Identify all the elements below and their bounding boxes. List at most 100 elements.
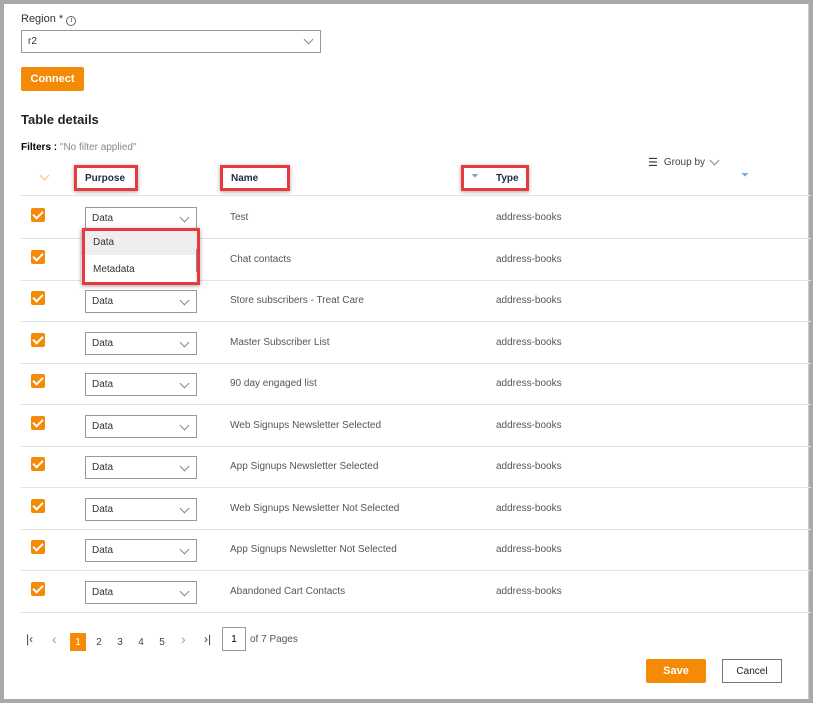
type-filter-icon[interactable]: ⏷: [471, 171, 479, 182]
column-type[interactable]: Type: [496, 173, 519, 184]
purpose-select[interactable]: Data: [85, 539, 197, 562]
purpose-select[interactable]: Data: [85, 580, 197, 604]
purpose-value: Data: [92, 586, 114, 598]
chevron-down-icon: [179, 461, 190, 472]
page-2[interactable]: 2: [91, 633, 107, 651]
row-checkbox[interactable]: [31, 457, 45, 471]
purpose-value: Data: [92, 462, 114, 473]
row-checkbox[interactable]: [31, 498, 45, 513]
purpose-value: Data: [92, 420, 114, 432]
table-row: Data 90 day engaged list address-books: [21, 364, 811, 405]
filters: Filters : "No filter applied": [21, 142, 137, 153]
filters-value: "No filter applied": [59, 142, 137, 153]
purpose-value: Data: [92, 213, 114, 224]
page-count: of 7 Pages: [250, 634, 298, 645]
filter-icon[interactable]: ⏷: [741, 170, 749, 181]
info-icon[interactable]: i: [66, 16, 77, 26]
row-name: Chat contacts: [230, 253, 292, 265]
purpose-value: Data: [92, 503, 114, 515]
first-page-icon[interactable]: |‹: [26, 632, 33, 646]
row-name: Abandoned Cart Contacts: [230, 585, 346, 597]
row-checkbox[interactable]: [31, 374, 45, 388]
table-row: Data Store subscribers - Treat Care addr…: [21, 281, 811, 322]
chevron-down-icon: [179, 295, 190, 306]
dialog-window: Region * i r2 Connect Table details Filt…: [4, 4, 811, 699]
last-page-icon[interactable]: ›|: [204, 632, 211, 646]
page-3[interactable]: 3: [112, 633, 128, 651]
row-type: address-books: [496, 378, 562, 389]
row-type: address-books: [496, 585, 562, 597]
purpose-select[interactable]: Data: [85, 331, 197, 355]
page-input[interactable]: 1: [222, 627, 246, 651]
row-type: address-books: [496, 336, 562, 348]
page-1[interactable]: 1: [70, 633, 86, 651]
purpose-select[interactable]: Data: [85, 414, 197, 438]
purpose-value: Data: [92, 337, 114, 349]
save-button[interactable]: Save: [646, 659, 706, 683]
table-row: Data Web Signups Newsletter Selected add…: [21, 406, 811, 447]
purpose-value: Data: [92, 296, 114, 307]
region-select[interactable]: r2: [21, 30, 321, 53]
row-name: Master Subscriber List: [230, 336, 330, 348]
region-label-text: Region *: [21, 13, 64, 25]
row-name: App Signups Newsletter Selected: [230, 461, 379, 472]
row-type: address-books: [496, 212, 562, 223]
row-name: Web Signups Newsletter Not Selected: [230, 502, 400, 514]
prev-page-icon[interactable]: ‹: [52, 631, 57, 647]
purpose-value: Data: [92, 379, 114, 390]
connect-button[interactable]: Connect: [21, 67, 84, 91]
purpose-select[interactable]: Data: [85, 290, 197, 313]
cancel-button[interactable]: Cancel: [722, 659, 782, 683]
table-row: Data App Signups Newsletter Not Selected…: [21, 530, 811, 571]
column-name[interactable]: Name: [231, 173, 258, 184]
purpose-select[interactable]: Data: [85, 456, 197, 479]
row-name: Test: [230, 212, 249, 223]
group-by-label: Group by: [663, 157, 706, 168]
row-checkbox[interactable]: [31, 415, 45, 430]
filters-label: Filters :: [21, 142, 58, 153]
row-checkbox[interactable]: [31, 208, 45, 222]
page-5[interactable]: 5: [154, 633, 170, 651]
purpose-select[interactable]: Data: [85, 497, 197, 521]
list-icon: ☰: [648, 157, 658, 169]
row-checkbox[interactable]: [31, 540, 45, 554]
region-value: r2: [28, 36, 37, 47]
column-purpose[interactable]: Purpose: [85, 173, 125, 184]
chevron-down-icon: [179, 503, 190, 513]
chevron-down-icon: [179, 337, 190, 347]
chevron-down-icon: [179, 544, 190, 555]
purpose-select[interactable]: Data: [85, 373, 197, 396]
expand-all-chevron-icon[interactable]: [39, 170, 50, 181]
row-type: address-books: [496, 253, 562, 265]
chevron-down-icon: [709, 155, 720, 166]
row-type: address-books: [496, 461, 562, 472]
next-page-icon[interactable]: ›: [181, 631, 186, 647]
table-row: Data App Signups Newsletter Selected add…: [21, 447, 811, 488]
row-type: address-books: [496, 419, 562, 431]
chevron-down-icon: [179, 420, 190, 430]
table-row: Data Web Signups Newsletter Not Selected…: [21, 489, 811, 530]
chevron-down-icon: [179, 212, 190, 223]
row-type: address-books: [496, 502, 562, 514]
chevron-down-icon: [303, 34, 314, 45]
page-4[interactable]: 4: [133, 633, 149, 651]
row-checkbox[interactable]: [31, 581, 45, 596]
row-checkbox[interactable]: [31, 291, 45, 305]
row-type: address-books: [496, 544, 562, 555]
purpose-select[interactable]: Data: [85, 207, 197, 230]
table-row: Data Abandoned Cart Contacts address-boo…: [21, 572, 811, 613]
purpose-value: Data: [92, 545, 114, 556]
row-type: address-books: [496, 295, 562, 306]
row-name: 90 day engaged list: [230, 378, 317, 389]
row-name: App Signups Newsletter Not Selected: [230, 544, 397, 555]
chevron-down-icon: [179, 378, 190, 389]
row-name: Web Signups Newsletter Selected: [230, 419, 382, 431]
region-label: Region * i: [21, 13, 77, 26]
row-checkbox[interactable]: [31, 332, 45, 347]
row-name: Store subscribers - Treat Care: [230, 295, 364, 306]
chevron-down-icon: [179, 586, 190, 596]
table-row: Data Master Subscriber List address-book…: [21, 323, 811, 364]
group-by-button[interactable]: ☰ Group by: [648, 155, 720, 169]
section-title: Table details: [21, 112, 99, 127]
row-checkbox[interactable]: [31, 249, 45, 264]
